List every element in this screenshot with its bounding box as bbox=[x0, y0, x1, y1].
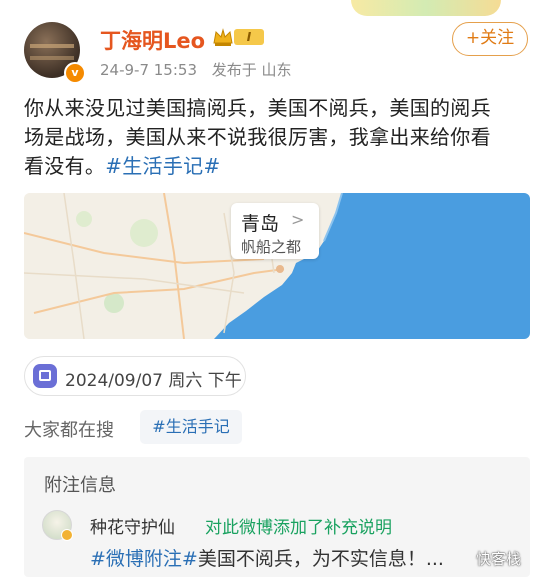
city-subtitle: 帆船之都 bbox=[241, 238, 302, 256]
note-hashtag-link[interactable]: #微博附注# bbox=[90, 548, 198, 570]
crown-icon bbox=[213, 28, 233, 46]
note-user[interactable]: 种花守护仙 bbox=[90, 513, 175, 538]
post-text-line: 看没有。 bbox=[24, 154, 106, 178]
username[interactable]: 丁海明Leo bbox=[100, 25, 205, 55]
post-text-line: 场是战场，美国从来不说我很厉害，我拿出来给你看 bbox=[24, 125, 491, 149]
calendar-icon bbox=[33, 364, 57, 388]
note-body: #微博附注#美国不阅兵，为不实信息！... bbox=[90, 544, 444, 571]
note-action: 对此微博添加了补充说明 bbox=[205, 518, 392, 538]
date-chip[interactable]: 2024/09/07 周六 下午 bbox=[24, 356, 246, 396]
post-text-line: 你从来没见过美国搞阅兵，美国不阅兵，美国的阅兵 bbox=[24, 96, 491, 120]
post-text: 你从来没见过美国搞阅兵，美国不阅兵，美国的阅兵 场是战场，美国从来不说我很厉害，… bbox=[24, 94, 532, 181]
header-decoration bbox=[351, 0, 501, 16]
post-meta: 24-9-7 15:53 发布于 山东 bbox=[100, 59, 302, 80]
chevron-right-icon: > bbox=[291, 210, 305, 229]
follow-button[interactable]: +关注 bbox=[452, 22, 528, 56]
watermark: 快客栈 bbox=[476, 550, 522, 568]
date-chip-label: 2024/09/07 周六 下午 bbox=[65, 371, 242, 391]
trending-label: 大家都在搜 bbox=[24, 420, 114, 441]
hashtag-link[interactable]: #生活手记# bbox=[105, 154, 220, 178]
verified-badge-icon: v bbox=[64, 62, 86, 84]
note-body-text: 美国不阅兵，为不实信息！... bbox=[197, 548, 444, 570]
map-location-bubble[interactable]: 青岛 > 帆船之都 bbox=[231, 203, 319, 259]
note-user-avatar[interactable] bbox=[42, 510, 73, 541]
level-badge: I bbox=[234, 29, 264, 45]
city-name: 青岛 bbox=[241, 213, 280, 235]
post-location: 发布于 山东 bbox=[211, 61, 292, 79]
trending-tag[interactable]: #生活手记 bbox=[140, 410, 242, 444]
post-time: 24-9-7 15:53 bbox=[100, 61, 197, 79]
note-badge-icon bbox=[61, 529, 73, 541]
note-title: 附注信息 bbox=[44, 475, 116, 496]
